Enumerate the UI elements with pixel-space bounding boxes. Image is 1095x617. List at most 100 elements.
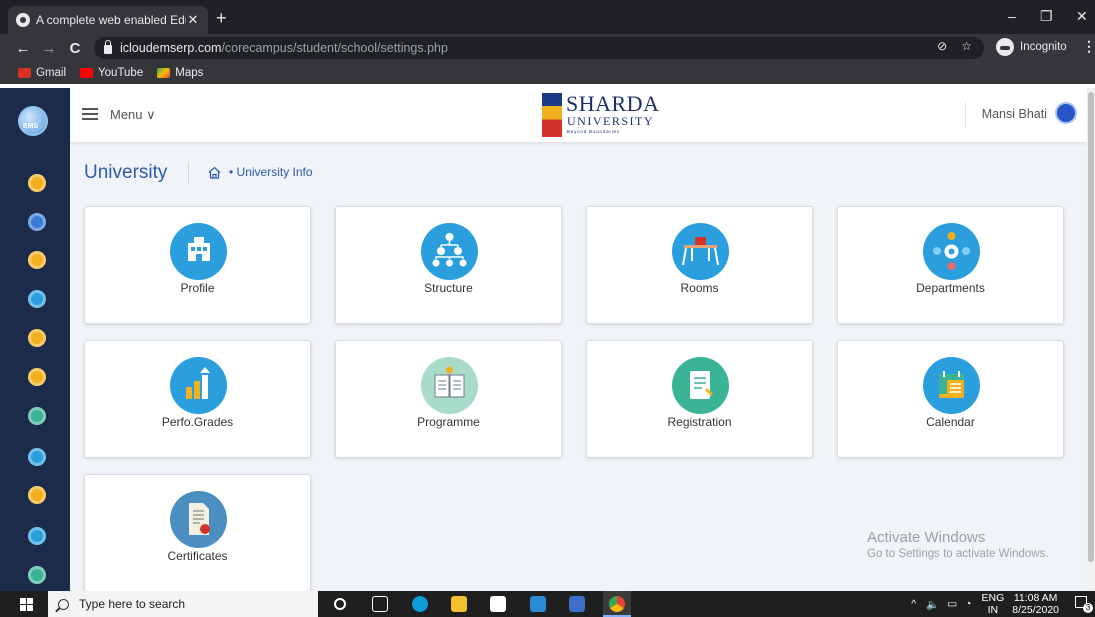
logo-text: EMS: [23, 123, 39, 130]
page-scrollbar[interactable]: [1087, 88, 1095, 591]
breadcrumb[interactable]: • University Info: [229, 165, 313, 179]
browser-toolbar: ← → C icloudemserp.com/corecampus/studen…: [0, 34, 1095, 62]
browser-menu-icon[interactable]: ⋮: [1082, 38, 1095, 55]
sidebar-student-icon[interactable]: [28, 174, 46, 192]
tile-label: Certificates: [167, 549, 228, 563]
form-icon: [672, 357, 729, 414]
sidebar-chat-icon[interactable]: [28, 527, 46, 545]
tile-rooms[interactable]: Rooms: [586, 206, 813, 324]
notifications-button[interactable]: 3: [1069, 591, 1095, 617]
browser-tabstrip: A complete web enabled Educati ✕ + – ❐ ✕: [0, 0, 1095, 34]
sidebar-globe-icon[interactable]: [28, 368, 46, 386]
bookmark-maps[interactable]: Maps: [157, 67, 203, 79]
wifi-icon[interactable]: ◔: [965, 598, 971, 610]
tile-label: Calendar: [926, 415, 975, 429]
sidebar-document-icon[interactable]: [28, 251, 46, 269]
tile-structure[interactable]: Structure: [335, 206, 562, 324]
sidebar-classroom-icon[interactable]: [28, 407, 46, 425]
mail-icon[interactable]: [530, 596, 546, 612]
header-divider: [965, 102, 966, 128]
app-viewport: EMS Menu ∨ SHARDA UNIVERSITY Beyond Boun…: [0, 88, 1095, 592]
clock[interactable]: 11:08 AM 8/25/2020: [1012, 592, 1059, 616]
task-view-icon[interactable]: [372, 596, 388, 612]
hamburger-menu-icon[interactable]: [82, 108, 98, 120]
ems-logo[interactable]: EMS: [18, 106, 48, 136]
bookmark-label: Maps: [175, 67, 204, 79]
tracking-eye-icon[interactable]: ⊘: [937, 39, 947, 53]
incognito-indicator[interactable]: Incognito: [996, 36, 1067, 58]
gmail-icon: [18, 68, 31, 78]
bookmarks-bar: Gmail YouTube Maps: [0, 62, 1095, 84]
address-bar[interactable]: icloudemserp.com/corecampus/student/scho…: [94, 37, 984, 59]
close-window-button[interactable]: ✕: [1076, 8, 1088, 25]
menu-toggle[interactable]: Menu ∨: [110, 107, 156, 123]
tile-label: Programme: [417, 415, 480, 429]
system-tray: ^ 🔈 ▭ ◔ ENG IN 11:08 AM 8/25/2020 3: [911, 591, 1095, 617]
file-explorer-icon[interactable]: [451, 596, 467, 612]
lang-region: IN: [987, 604, 999, 616]
calendar-icon: [923, 357, 980, 414]
sidebar-settings-icon[interactable]: [28, 566, 46, 584]
home-icon[interactable]: [208, 166, 221, 179]
tile-programme[interactable]: Programme: [335, 340, 562, 458]
chrome-icon: [609, 596, 625, 612]
sidebar-chart-icon[interactable]: [28, 448, 46, 466]
certificate-icon: [170, 491, 227, 548]
sidebar-school-icon[interactable]: [28, 213, 46, 231]
incognito-label: Incognito: [1020, 41, 1067, 53]
tray-chevron-icon[interactable]: ^: [911, 598, 916, 610]
store-icon[interactable]: [490, 596, 506, 612]
notification-count: 3: [1083, 603, 1093, 613]
sidebar-books-icon[interactable]: [28, 329, 46, 347]
url-path: /corecampus/student/school/settings.php: [221, 41, 448, 55]
hierarchy-icon: [421, 223, 478, 280]
new-tab-button[interactable]: +: [216, 8, 227, 28]
tile-label: Registration: [667, 415, 732, 429]
youtube-icon: [80, 68, 94, 78]
tile-calendar[interactable]: Calendar: [837, 340, 1064, 458]
cortana-icon[interactable]: [334, 598, 346, 610]
university-crest-icon: [542, 93, 562, 137]
classroom-icon: [672, 223, 729, 280]
user-name[interactable]: Mansi Bhati: [982, 107, 1047, 121]
building-icon: [170, 223, 227, 280]
scrollbar-thumb[interactable]: [1088, 92, 1094, 562]
brand-subname: UNIVERSITY: [567, 114, 654, 128]
tile-profile[interactable]: Profile: [84, 206, 311, 324]
battery-icon[interactable]: ▭: [947, 598, 957, 610]
tile-registration[interactable]: Registration: [586, 340, 813, 458]
title-divider: [188, 162, 189, 184]
taskbar-search[interactable]: Type here to search: [48, 591, 318, 617]
tile-departments[interactable]: Departments: [837, 206, 1064, 324]
sidebar-building-icon[interactable]: [28, 290, 46, 308]
word-icon[interactable]: [569, 596, 585, 612]
forward-button[interactable]: →: [38, 40, 60, 57]
minimize-button[interactable]: –: [1008, 8, 1016, 24]
bookmark-gmail[interactable]: Gmail: [18, 67, 66, 79]
tile-perfo-grades[interactable]: Perfo.Grades: [84, 340, 311, 458]
tile-label: Departments: [916, 281, 985, 295]
tile-label: Profile: [180, 281, 215, 295]
activate-windows-title: Activate Windows: [867, 529, 986, 546]
user-avatar[interactable]: [1055, 102, 1077, 124]
tile-certificates[interactable]: Certificates: [84, 474, 311, 592]
open-book-icon: [421, 357, 478, 414]
volume-icon[interactable]: 🔈: [926, 598, 939, 611]
page-title: University: [84, 162, 168, 183]
reload-button[interactable]: C: [64, 40, 86, 57]
windows-taskbar: Type here to search ^ 🔈 ▭ ◔ ENG IN 11:08…: [0, 591, 1095, 617]
app-header: Menu ∨ SHARDA UNIVERSITY Beyond Boundari…: [70, 88, 1087, 142]
bookmark-label: YouTube: [98, 67, 144, 79]
back-button[interactable]: ←: [12, 40, 34, 57]
chrome-taskbar-button[interactable]: [603, 591, 631, 617]
bookmark-youtube[interactable]: YouTube: [80, 67, 143, 79]
edge-icon[interactable]: [412, 596, 428, 612]
address-bar-actions: ⊘ ☆: [937, 39, 972, 53]
windows-start-icon[interactable]: [20, 598, 33, 611]
tab-close-icon[interactable]: ✕: [186, 12, 200, 28]
language-indicator[interactable]: ENG IN: [982, 592, 1005, 616]
restore-button[interactable]: ❐: [1040, 8, 1053, 25]
sidebar-teacher-icon[interactable]: [28, 486, 46, 504]
bookmark-star-icon[interactable]: ☆: [961, 39, 972, 53]
browser-tab[interactable]: A complete web enabled Educati ✕: [8, 6, 208, 34]
